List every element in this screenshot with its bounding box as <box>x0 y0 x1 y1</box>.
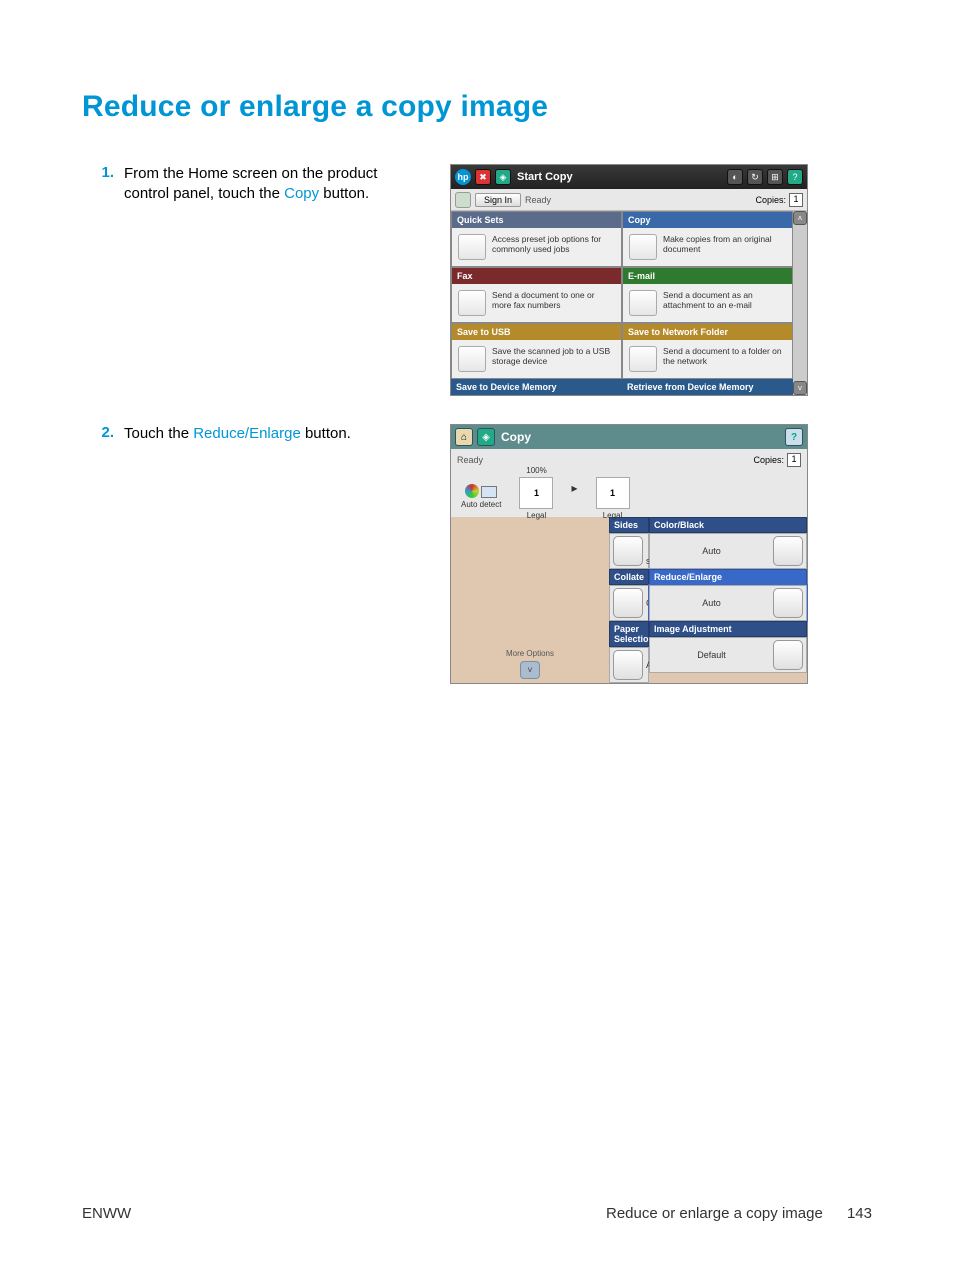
home-icon[interactable]: ⌂ <box>455 428 473 446</box>
option-paper-selection[interactable]: Paper Selection Auto <box>609 621 649 683</box>
status-ready: Ready <box>457 455 483 465</box>
page-title: Reduce or enlarge a copy image <box>82 90 872 124</box>
paper-icon <box>613 650 643 680</box>
footer-right: Reduce or enlarge a copy image <box>606 1205 823 1222</box>
step-2-text: Touch the Reduce/Enlarge button. <box>124 424 450 684</box>
footer-left: ENWW <box>82 1205 131 1222</box>
step-2: 2. Touch the Reduce/Enlarge button. ⌂ ◈ … <box>82 424 872 684</box>
folder-icon <box>629 346 657 372</box>
email-icon <box>629 290 657 316</box>
auto-detect-indicator: Auto detect <box>461 484 501 509</box>
usb-icon <box>458 346 486 372</box>
start-copy-icon[interactable]: ◈ <box>477 428 495 446</box>
step-2-number: 2. <box>101 424 114 441</box>
copy-screen-title: Copy <box>501 430 531 444</box>
step-1-text: From the Home screen on the product cont… <box>124 164 450 396</box>
network-icon[interactable]: ⊞ <box>767 169 783 185</box>
tile-copy[interactable]: Copy Make copies from an original docume… <box>622 211 793 267</box>
fax-icon <box>458 290 486 316</box>
hp-logo-icon: hp <box>455 169 471 185</box>
page-footer: ENWW Reduce or enlarge a copy image 143 <box>82 1205 872 1222</box>
scroll-down-icon[interactable]: ˅ <box>793 381 807 395</box>
copies-field[interactable]: 1 <box>789 193 803 207</box>
copies-label: Copies: <box>753 455 784 465</box>
sign-in-button[interactable]: Sign In <box>475 193 521 207</box>
document-icon <box>481 486 497 498</box>
tile-save-usb[interactable]: Save to USB Save the scanned job to a US… <box>451 323 622 379</box>
start-icon[interactable]: ◈ <box>495 169 511 185</box>
help-icon[interactable]: ? <box>785 428 803 446</box>
tile-email[interactable]: E-mail Send a document as an attachment … <box>622 267 793 323</box>
scroll-up-icon[interactable]: ˄ <box>793 211 807 225</box>
stop-icon[interactable]: ✖ <box>475 169 491 185</box>
option-sides[interactable]: Sides 1 to 1-sided <box>609 517 649 569</box>
status-ready: Ready <box>525 195 551 205</box>
history-icon[interactable]: ↻ <box>747 169 763 185</box>
home-screen-screenshot: hp ✖ ◈ Start Copy ◐ ↻ ⊞ ? Sign In Ready … <box>450 164 808 396</box>
tile-save-network[interactable]: Save to Network Folder Send a document t… <box>622 323 793 379</box>
sides-icon <box>613 536 643 566</box>
output-page-preview: 1 Legal <box>596 477 630 509</box>
tile-quick-sets[interactable]: Quick Sets Access preset job options for… <box>451 211 622 267</box>
color-wheel-icon <box>465 484 479 498</box>
option-color-black[interactable]: Color/Black Auto <box>649 517 807 569</box>
copy-screen-screenshot: ⌂ ◈ Copy ? Ready Copies: 1 Auto detect 1… <box>450 424 808 684</box>
step-1-number: 1. <box>101 164 114 181</box>
pause-icon[interactable]: ◐ <box>727 169 743 185</box>
copy-link: Copy <box>284 185 319 202</box>
chevron-down-icon: ˅ <box>520 661 540 679</box>
color-icon <box>773 536 803 566</box>
option-image-adjustment[interactable]: Image Adjustment Default <box>649 621 807 683</box>
copies-field[interactable]: 1 <box>787 453 801 467</box>
tile-fax[interactable]: Fax Send a document to one or more fax n… <box>451 267 622 323</box>
collate-icon <box>613 588 643 618</box>
original-page-preview: 100% 1 Legal <box>519 477 553 509</box>
page-number: 143 <box>847 1205 872 1222</box>
tile-retrieve-device-memory[interactable]: Retrieve from Device Memory <box>622 379 793 395</box>
more-options-button[interactable]: More Options ˅ <box>451 517 609 683</box>
arrow-icon: ▸ <box>571 481 577 495</box>
help-icon[interactable]: ? <box>787 169 803 185</box>
quick-sets-icon <box>458 234 486 260</box>
start-copy-label: Start Copy <box>517 171 573 183</box>
copies-label: Copies: <box>755 195 786 205</box>
tile-save-device-memory[interactable]: Save to Device Memory <box>451 379 622 395</box>
image-adjust-icon <box>773 640 803 670</box>
option-reduce-enlarge[interactable]: Reduce/Enlarge Auto <box>649 569 807 621</box>
network-status-icon[interactable] <box>455 192 471 208</box>
reduce-enlarge-icon <box>773 588 803 618</box>
option-collate[interactable]: Collate Collated <box>609 569 649 621</box>
copy-icon <box>629 234 657 260</box>
step-1: 1. From the Home screen on the product c… <box>82 164 872 396</box>
reduce-enlarge-link: Reduce/Enlarge <box>193 425 301 442</box>
